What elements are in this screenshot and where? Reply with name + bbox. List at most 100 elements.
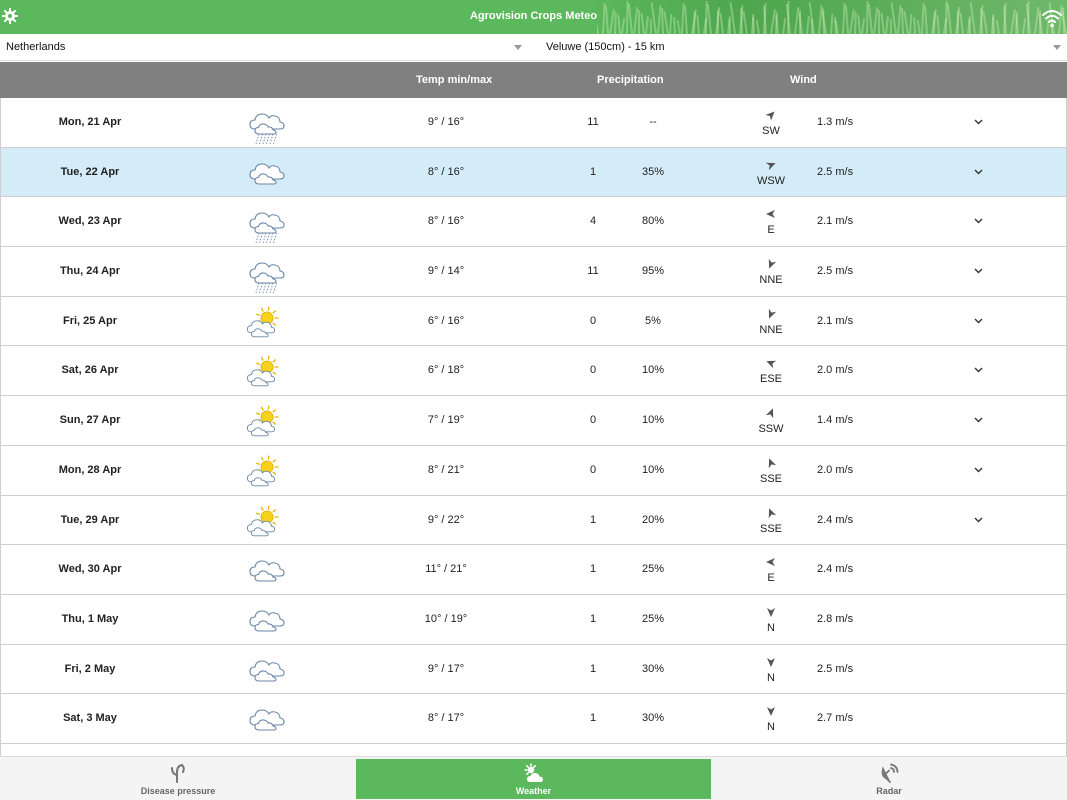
wind-direction-label: SSE — [759, 522, 782, 535]
forecast-row[interactable]: Fri, 25 Apr 6° / 16° 0 5% NNE 2.1 m/s — [0, 296, 1067, 347]
wind-direction: N — [751, 645, 791, 694]
forecast-row[interactable]: Mon, 21 Apr 9° / 16° 11 -- SW 1.3 m/s — [0, 98, 1067, 148]
temp-min-max: 6° / 18° — [427, 364, 465, 377]
chevron-down-icon — [514, 45, 522, 50]
forecast-date: Wed, 23 Apr — [58, 215, 122, 228]
expand-row-button[interactable] — [973, 446, 985, 495]
forecast-row-partial[interactable] — [0, 743, 1067, 756]
precipitation-mm: 1 — [589, 513, 597, 526]
cloud-icon — [247, 554, 287, 592]
wind-arrow-icon — [765, 656, 777, 668]
wind-direction: NNE — [751, 247, 791, 296]
forecast-row[interactable]: Wed, 23 Apr 8° / 16° 4 80% E 2.1 m/s — [0, 197, 1067, 248]
wind-arrow-icon — [765, 556, 777, 568]
precipitation-probability: 5% — [645, 314, 661, 327]
forecast-row[interactable]: Sat, 3 May 8° / 17° 1 30% N 2.7 m/s — [0, 694, 1067, 744]
forecast-row[interactable]: Thu, 24 Apr 9° / 14° 11 95% NNE 2.5 m/s — [0, 247, 1067, 297]
precipitation-probability: 25% — [641, 563, 665, 576]
expand-row-button[interactable] — [973, 247, 985, 296]
wind-direction-label: E — [767, 224, 775, 237]
tab-radar[interactable]: Radar — [711, 759, 1067, 799]
expand-row-button[interactable] — [973, 396, 985, 445]
wind-speed: 1.4 m/s — [817, 414, 854, 427]
forecast-date: Tue, 29 Apr — [60, 513, 120, 526]
wind-direction: SSW — [751, 396, 791, 445]
forecast-row[interactable]: Sun, 27 Apr 7° / 19° 0 10% SSW 1.4 m/s — [0, 396, 1067, 446]
wind-arrow-icon — [765, 208, 777, 220]
temp-min-max: 8° / 16° — [427, 215, 465, 228]
wind-direction-label: ESE — [759, 373, 782, 386]
expand-row-button[interactable] — [973, 98, 985, 147]
precipitation-mm: 11 — [587, 116, 599, 128]
forecast-row[interactable]: Thu, 1 May 10° / 19° 1 25% N 2.8 m/s — [0, 594, 1067, 645]
forecast-date: Mon, 28 Apr — [58, 463, 122, 476]
precipitation-mm: 1 — [589, 612, 597, 625]
forecast-row[interactable]: Mon, 28 Apr 8° / 21° 0 10% SSE 2.0 m/s — [0, 445, 1067, 496]
expand-row-button[interactable] — [973, 346, 985, 395]
sun-cloud-icon — [246, 505, 287, 543]
station-select-value: Veluwe (150cm) - 15 km — [546, 41, 665, 53]
tab-weather[interactable]: Weather — [356, 759, 711, 799]
precipitation-mm: 4 — [589, 215, 597, 228]
expand-row-button[interactable] — [973, 297, 985, 346]
temp-min-max: 8° / 21° — [427, 463, 465, 476]
wifi-icon[interactable] — [1041, 7, 1063, 29]
wind-speed: 2.5 m/s — [817, 165, 854, 178]
cloud-icon — [247, 157, 287, 195]
expand-row-button[interactable] — [973, 197, 985, 246]
precipitation-probability: 35% — [641, 165, 665, 178]
expand-row-button[interactable] — [973, 148, 985, 197]
wind-direction-label: SSE — [759, 472, 782, 485]
wind-arrow-icon — [765, 705, 777, 717]
wind-direction-label: SW — [762, 125, 780, 137]
wind-speed: 2.7 m/s — [817, 712, 854, 725]
app-title: Agrovision Crops Meteo — [469, 10, 598, 22]
precipitation-mm: 1 — [589, 712, 597, 725]
precipitation-mm: 0 — [589, 364, 597, 377]
forecast-date: Tue, 22 Apr — [60, 165, 120, 178]
grass-blade — [597, 20, 599, 34]
tab-disease-pressure[interactable]: Disease pressure — [0, 759, 356, 799]
station-select[interactable]: Veluwe (150cm) - 15 km — [540, 35, 1067, 61]
forecast-row[interactable]: Sat, 26 Apr 6° / 18° 0 10% ESE 2.0 m/s — [0, 346, 1067, 397]
wind-arrow-icon — [765, 457, 777, 469]
forecast-list[interactable]: Mon, 21 Apr 9° / 16° 11 -- SW 1.3 m/s Tue, 22 … — [0, 98, 1067, 756]
wind-arrow-icon — [765, 407, 777, 419]
forecast-row[interactable]: Tue, 22 Apr 8° / 16° 1 35% WSW 2.5 m/s — [0, 147, 1067, 198]
tab-weather-label: Weather — [515, 786, 552, 796]
wind-direction-label: N — [767, 721, 775, 734]
temp-min-max: 9° / 17° — [427, 662, 465, 675]
country-select[interactable]: Netherlands — [0, 35, 530, 61]
cloud-icon — [247, 604, 287, 642]
precipitation-mm: 1 — [589, 165, 597, 178]
forecast-row[interactable]: Wed, 30 Apr 11° / 21° 1 25% E 2.4 m/s — [0, 545, 1067, 595]
wind-direction: WSW — [751, 148, 791, 197]
forecast-row[interactable]: Fri, 2 May 9° / 17° 1 30% N 2.5 m/s — [0, 644, 1067, 695]
precipitation-probability: 10% — [641, 364, 665, 377]
forecast-date: Sat, 3 May — [63, 712, 117, 725]
wind-direction: E — [751, 197, 791, 246]
cloud-icon — [247, 654, 287, 692]
forecast-row[interactable]: Tue, 29 Apr 9° / 22° 1 20% SSE 2.4 m/s — [0, 495, 1067, 546]
wind-arrow-icon — [765, 308, 777, 320]
precipitation-probability: 20% — [641, 513, 665, 526]
wind-speed: 2.1 m/s — [817, 314, 854, 327]
grass-blade — [755, 20, 760, 34]
wind-direction-label: N — [767, 671, 775, 684]
temp-min-max: 8° / 17° — [427, 712, 465, 725]
tab-disease-pressure-label: Disease pressure — [140, 786, 216, 796]
forecast-date: Thu, 1 May — [61, 612, 119, 625]
wind-direction: SW — [751, 98, 791, 147]
precipitation-mm: 1 — [589, 563, 597, 576]
cloud-icon — [247, 703, 287, 741]
forecast-column-header: Temp min/max Precipitation Wind — [0, 62, 1067, 98]
wind-arrow-icon — [765, 109, 777, 121]
forecast-date: Wed, 30 Apr — [58, 563, 122, 576]
weather-sun-cloud-icon — [523, 763, 544, 783]
cloud-rain-icon — [247, 206, 287, 244]
precipitation-mm: 11 — [587, 265, 599, 278]
expand-row-button[interactable] — [973, 496, 985, 545]
wind-direction: ESE — [751, 346, 791, 395]
wind-direction: SSE — [751, 496, 791, 545]
wind-direction: N — [751, 694, 791, 743]
